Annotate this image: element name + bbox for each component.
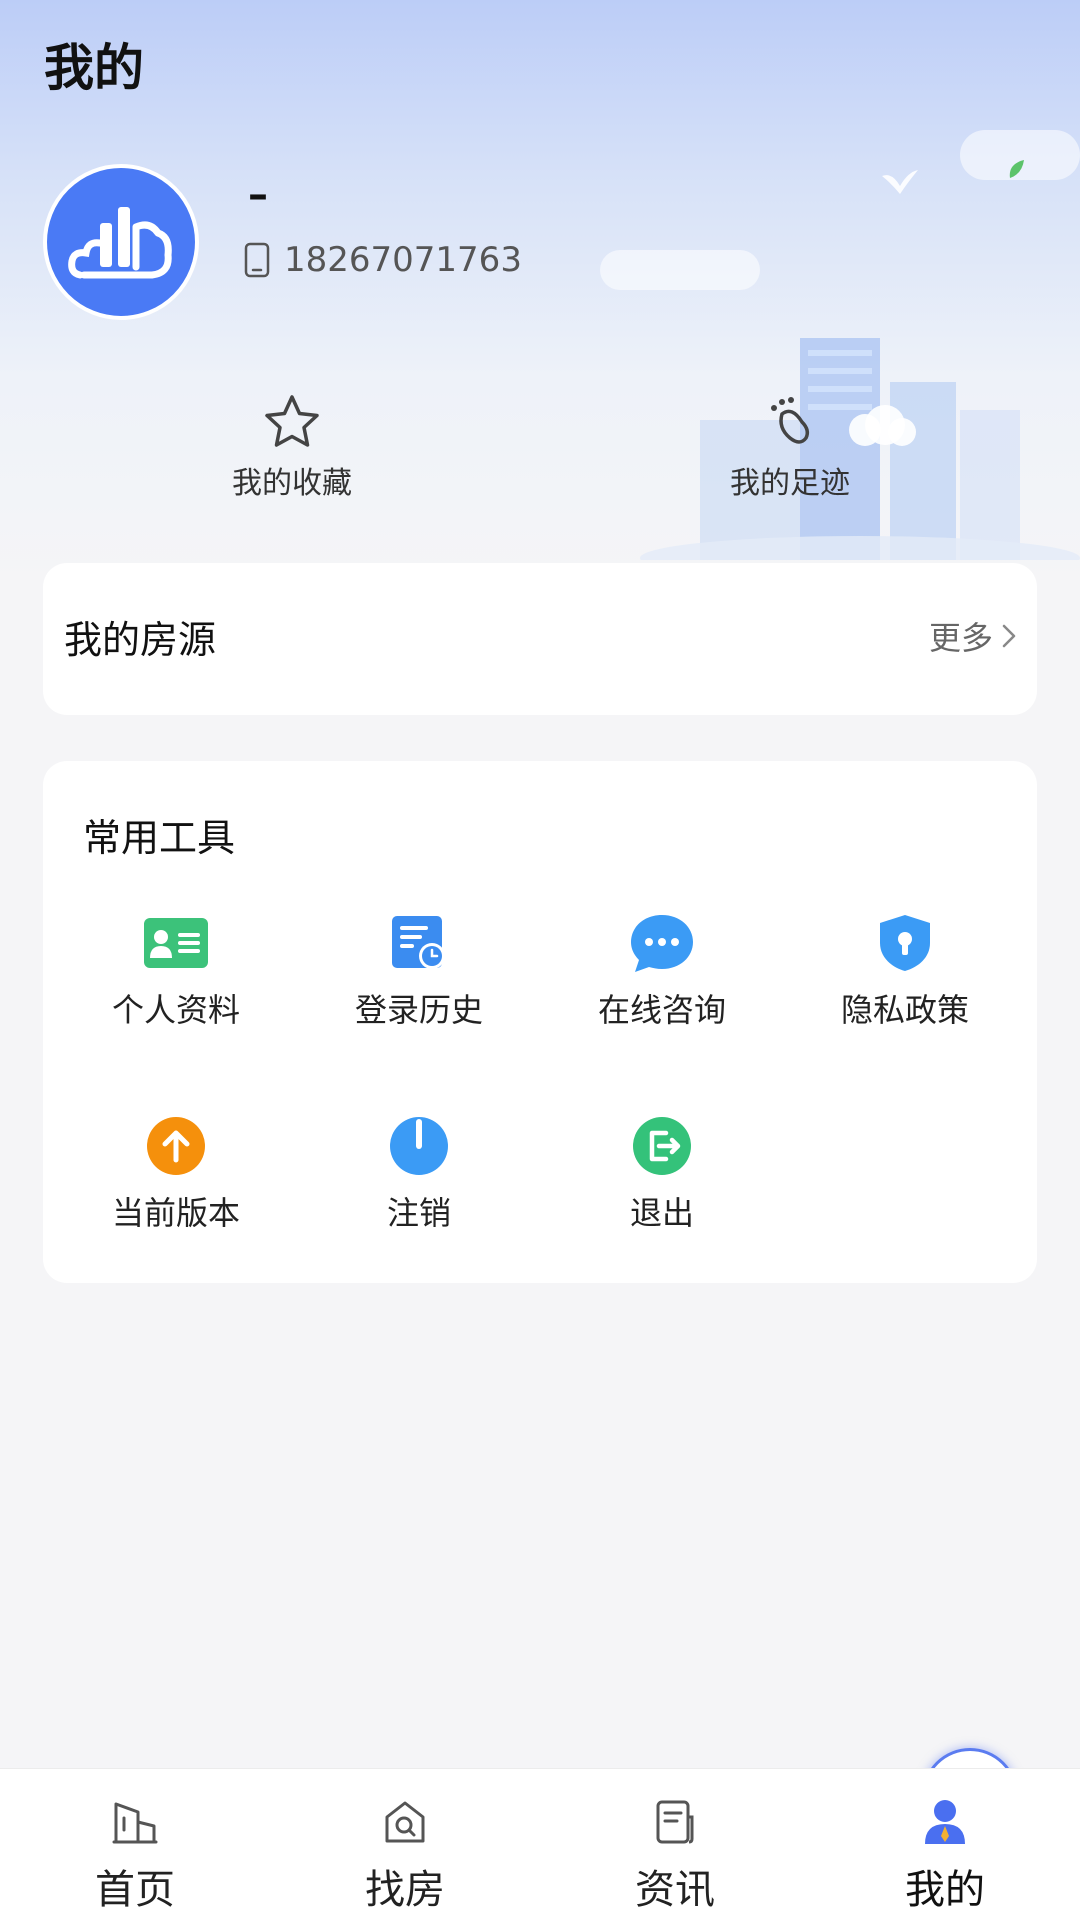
leaf-decoration [1009, 160, 1024, 178]
avatar[interactable] [43, 164, 199, 320]
tab-label: 首页 [95, 1867, 175, 1913]
tool-logout[interactable]: 退出 [562, 1116, 762, 1234]
phone-icon [244, 242, 270, 278]
tool-label: 在线咨询 [597, 991, 726, 1029]
tab-label: 我的 [905, 1867, 985, 1913]
chevron-right-icon [1002, 624, 1016, 648]
tool-label: 登录历史 [354, 991, 483, 1029]
phone-row: 18267071763 [244, 240, 522, 280]
tool-label: 当前版本 [111, 1194, 240, 1232]
user-name: – [248, 172, 268, 218]
tool-profile[interactable]: 个人资料 [76, 913, 276, 1031]
tab-home[interactable]: 首页 [0, 1769, 270, 1920]
tab-label: 找房 [365, 1867, 445, 1913]
tool-deregister[interactable]: 注销 [319, 1116, 519, 1234]
tool-label: 隐私政策 [840, 991, 969, 1029]
tool-current-version[interactable]: 当前版本 [76, 1116, 276, 1234]
upload-icon [147, 1117, 205, 1175]
tools-card: 常用工具 个人资料 登录历史 在线咨询 隐私政策 当前版本 注销 退出 [43, 761, 1037, 1283]
tool-label: 注销 [386, 1194, 451, 1232]
listings-title: 我的房源 [64, 618, 217, 662]
footprint-icon [771, 397, 810, 444]
tab-news[interactable]: 资讯 [540, 1769, 810, 1920]
id-card-icon [144, 918, 208, 968]
history-icon [392, 916, 445, 969]
chat-icon [631, 915, 693, 972]
star-icon [265, 395, 319, 447]
power-icon [390, 1117, 448, 1175]
tool-label: 个人资料 [111, 991, 240, 1029]
my-listings-card[interactable]: 我的房源 更多 [43, 563, 1037, 715]
tool-label: 退出 [629, 1194, 694, 1232]
logout-icon [633, 1117, 691, 1175]
tool-privacy-policy[interactable]: 隐私政策 [805, 913, 1005, 1031]
shield-icon [880, 915, 930, 971]
home-building-icon [112, 1802, 158, 1844]
news-icon [656, 1800, 694, 1844]
favorites-button[interactable]: 我的收藏 [192, 380, 392, 502]
bird-decoration [882, 170, 918, 194]
tool-online-consult[interactable]: 在线咨询 [562, 913, 762, 1031]
page-title: 我的 [44, 39, 144, 97]
footprints-button[interactable]: 我的足迹 [690, 380, 890, 502]
tab-find-house[interactable]: 找房 [270, 1769, 540, 1920]
bottom-tab-bar: 首页 找房 资讯 我的 [0, 1768, 1080, 1920]
find-house-icon [385, 1801, 425, 1843]
tab-mine[interactable]: 我的 [810, 1769, 1080, 1920]
phone-number: 18267071763 [284, 240, 522, 280]
cloud-decoration [600, 250, 760, 290]
user-icon [925, 1800, 965, 1844]
favorites-label: 我的收藏 [232, 466, 352, 501]
more-label: 更多 [928, 619, 993, 657]
tab-label: 资讯 [635, 1867, 715, 1913]
footprints-label: 我的足迹 [730, 466, 850, 501]
app-logo-icon [68, 207, 172, 279]
tools-title: 常用工具 [83, 816, 236, 860]
tool-login-history[interactable]: 登录历史 [319, 913, 519, 1031]
more-link[interactable]: 更多 [929, 613, 1017, 659]
